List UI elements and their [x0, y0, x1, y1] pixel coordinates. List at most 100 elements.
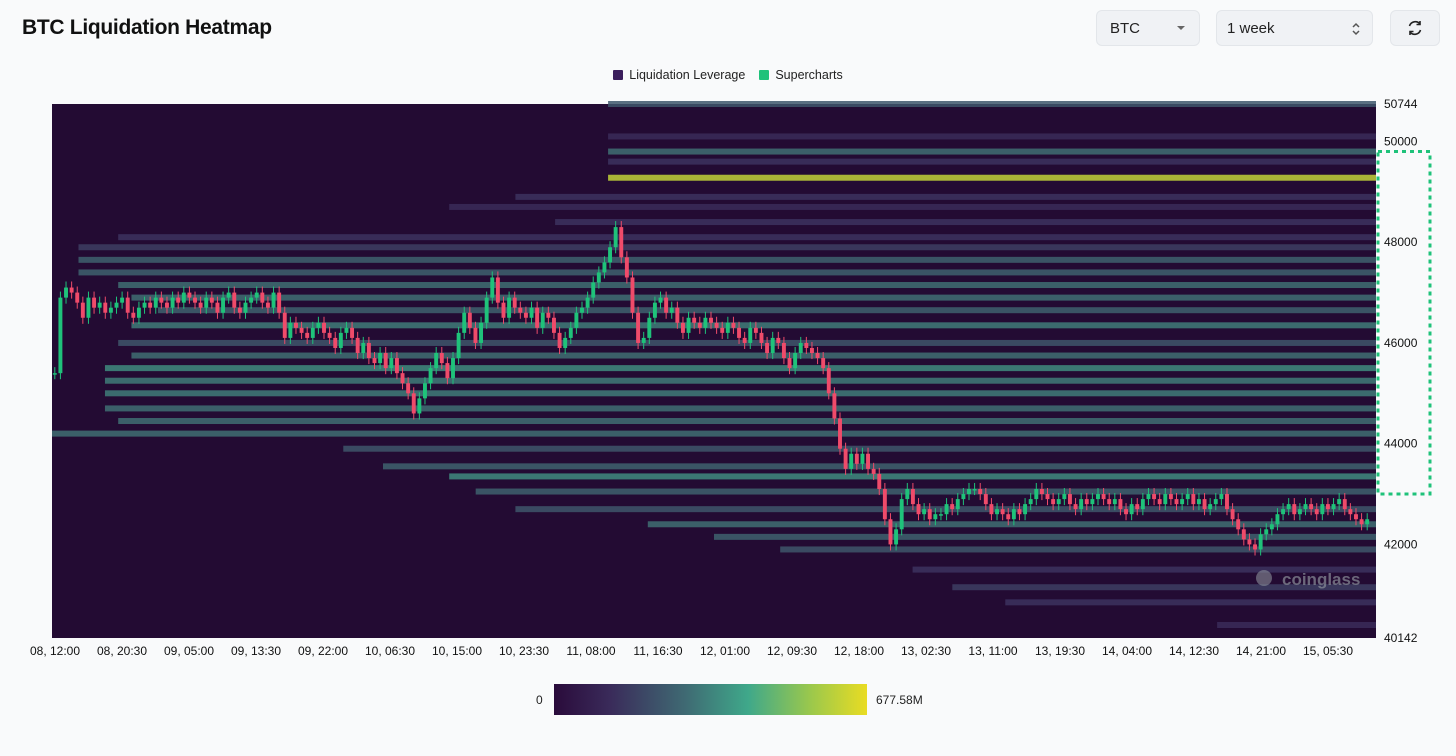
candle-body [350, 327, 355, 338]
x-tick-label: 08, 12:00 [30, 644, 80, 658]
candle-body [972, 489, 977, 491]
candle-body [854, 453, 859, 464]
liquidation-band [714, 533, 1376, 540]
heatmap-chart[interactable]: 50744 50000 48000 46000 44000 42000 40142 08, … [0, 0, 1456, 680]
candle-body [473, 327, 478, 343]
y-tick-label: 44000 [1384, 437, 1418, 451]
y-tick-label: 42000 [1384, 537, 1418, 551]
candle-body [271, 292, 276, 308]
candle-body [843, 448, 848, 469]
candle-body [826, 368, 831, 394]
x-tick-label: 10, 15:00 [432, 644, 482, 658]
liquidation-band [131, 294, 1377, 301]
candle-body [288, 322, 293, 338]
candle-body [647, 317, 652, 338]
candle-body [995, 509, 999, 515]
candle-body [1039, 489, 1044, 495]
candle-body [1146, 494, 1151, 500]
candle-body [1017, 509, 1022, 515]
candle-body [322, 322, 326, 333]
candle-body [1202, 499, 1207, 510]
candle-body [787, 358, 792, 369]
candle-body [529, 307, 534, 318]
y-tick-label: 46000 [1384, 336, 1418, 350]
candle-body [310, 327, 315, 338]
liquidation-band [608, 148, 1376, 155]
liquidation-band [780, 546, 1376, 553]
x-tick-label: 12, 09:30 [767, 644, 817, 658]
candle-body [669, 307, 674, 313]
x-tick-label: 14, 12:30 [1169, 644, 1219, 658]
candle-body [1297, 509, 1302, 515]
liquidation-band [608, 133, 1376, 140]
candle-body [938, 514, 943, 516]
candle-body [591, 282, 596, 298]
candle-body [294, 322, 298, 328]
candle-body [568, 327, 573, 338]
candle-body [1152, 494, 1157, 500]
candle-body [748, 327, 753, 343]
candle-body [630, 277, 635, 313]
liquidation-band [118, 234, 1377, 241]
candle-body [148, 302, 153, 308]
candle-body [1264, 529, 1269, 535]
colorbar: 0 677.58M [0, 684, 1456, 716]
liquidation-band [555, 219, 1376, 226]
candle-body [916, 504, 921, 515]
x-tick-label: 09, 13:30 [231, 644, 281, 658]
candle-body [501, 302, 506, 318]
colorbar-min-label: 0 [536, 693, 543, 707]
candle-body [423, 383, 427, 399]
candle-body [69, 287, 74, 293]
x-tick-label: 14, 04:00 [1102, 644, 1152, 658]
candle-body [479, 322, 484, 343]
candle-body [894, 529, 899, 545]
candle-body [821, 358, 826, 369]
candle-body [574, 312, 579, 328]
candle-body [899, 499, 904, 530]
candle-body [226, 292, 231, 298]
candle-body [866, 453, 871, 469]
watermark-text: coinglass [1282, 570, 1360, 589]
candle-body [400, 373, 405, 384]
x-tick-label: 13, 19:30 [1035, 644, 1085, 658]
candle-body [1180, 499, 1185, 505]
candle-body [507, 297, 512, 318]
candle-body [1196, 499, 1201, 505]
candle-body [355, 337, 360, 354]
candle-body [1129, 504, 1134, 515]
candle-body [1281, 509, 1286, 515]
candle-body [580, 307, 584, 313]
candle-body [804, 342, 809, 348]
candle-body [338, 332, 343, 348]
candle-body [366, 342, 371, 359]
candle-body [372, 358, 377, 364]
x-tick-label: 10, 23:30 [499, 644, 549, 658]
candle-body [770, 337, 775, 354]
candle-body [636, 312, 641, 343]
liquidation-band [104, 365, 1377, 372]
candle-body [434, 353, 439, 369]
candle-body [467, 312, 472, 328]
candle-body [64, 287, 68, 298]
candle-body [1028, 499, 1033, 505]
candle-body [989, 504, 994, 515]
candle-body [411, 393, 416, 414]
candle-body [1124, 509, 1128, 515]
candle-body [658, 297, 663, 303]
candle-body [731, 322, 736, 328]
candle-body [546, 312, 551, 318]
watermark-logo-icon [1256, 570, 1272, 586]
candle-body [389, 358, 394, 369]
x-tick-label: 13, 02:30 [901, 644, 951, 658]
candle-body [871, 468, 876, 474]
candle-body [933, 514, 938, 520]
candle-body [1309, 504, 1314, 510]
candle-body [809, 347, 814, 354]
candle-body [1140, 499, 1145, 510]
candle-body [277, 292, 282, 313]
candle-body [451, 358, 455, 379]
x-tick-label: 15, 05:30 [1303, 644, 1353, 658]
candle-body [406, 383, 411, 394]
candle-body [1253, 544, 1257, 550]
